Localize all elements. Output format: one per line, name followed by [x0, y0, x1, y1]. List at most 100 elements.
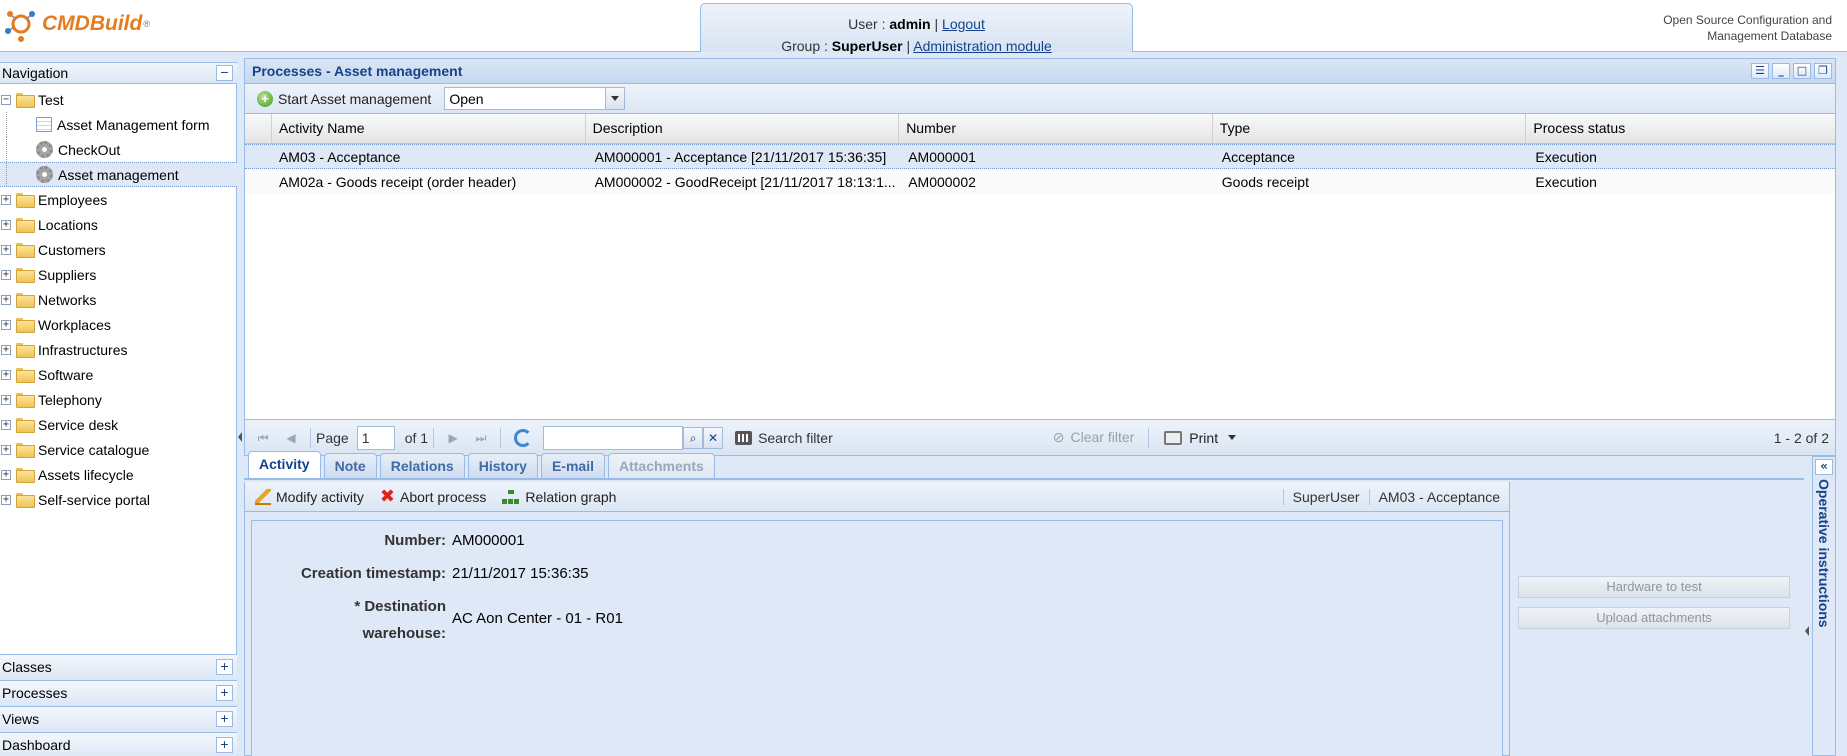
- expand-icon[interactable]: +: [1, 419, 11, 430]
- chevron-down-icon[interactable]: [605, 88, 625, 109]
- column-type[interactable]: Type: [1211, 114, 1526, 143]
- page-number-input[interactable]: 1: [356, 425, 395, 450]
- upload-attachments-button[interactable]: Upload attachments: [1518, 607, 1790, 629]
- collapse-navigation-button[interactable]: −: [216, 65, 233, 81]
- tree-node-checkout[interactable]: CheckOut: [0, 137, 237, 162]
- accordion-classes[interactable]: Classes +: [0, 654, 237, 680]
- collapse-left-icon[interactable]: [1805, 626, 1809, 636]
- expand-views-button[interactable]: +: [216, 711, 233, 727]
- expand-classes-button[interactable]: +: [216, 659, 233, 675]
- folder-icon: [16, 443, 35, 458]
- instructions-splitter[interactable]: [1804, 456, 1812, 756]
- tree-node-employees[interactable]: + Employees: [0, 187, 237, 212]
- tree-node-test[interactable]: − Test: [0, 87, 237, 112]
- tab-note[interactable]: Note: [323, 453, 377, 478]
- cell-description: AM000002 - GoodReceipt [21/11/2017 18:13…: [594, 173, 896, 190]
- logout-link[interactable]: Logout: [942, 16, 985, 32]
- clear-filter-button[interactable]: ⊘ Clear filter: [1053, 429, 1135, 446]
- refresh-icon[interactable]: [514, 428, 533, 447]
- tree-node-service-catalogue[interactable]: + Service catalogue: [0, 437, 237, 462]
- column-process-status[interactable]: Process status: [1525, 114, 1835, 143]
- field-number: Number: AM000001: [384, 532, 525, 549]
- tree-node-networks[interactable]: + Networks: [0, 287, 237, 312]
- print-button[interactable]: Print: [1160, 426, 1240, 450]
- column-activity-name[interactable]: Activity Name: [270, 114, 585, 143]
- navigation-tree: − Test Asset Management form CheckOut As…: [0, 87, 237, 512]
- expand-icon[interactable]: +: [1, 219, 11, 230]
- status-filter-select[interactable]: Open: [444, 87, 626, 110]
- tree-node-asset-management[interactable]: Asset management: [0, 162, 237, 187]
- double-chevron-left-icon[interactable]: «: [1815, 459, 1833, 475]
- tab-attachments[interactable]: Attachments: [607, 453, 715, 478]
- abort-process-button[interactable]: ✖ Abort process: [376, 485, 490, 509]
- expand-icon[interactable]: +: [1, 469, 11, 480]
- table-row[interactable]: AM02a - Goods receipt (order header) AM0…: [245, 169, 1835, 194]
- accordion-views[interactable]: Views +: [0, 706, 237, 732]
- expand-icon[interactable]: +: [1, 244, 11, 255]
- column-number[interactable]: Number: [898, 114, 1212, 143]
- tree-node-service-desk[interactable]: + Service desk: [0, 412, 237, 437]
- tree-node-self-service-portal[interactable]: + Self-service portal: [0, 487, 237, 512]
- table-row[interactable]: AM03 - Acceptance AM000001 - Acceptance …: [245, 144, 1835, 169]
- gear-icon: [36, 166, 53, 183]
- hardware-to-test-button[interactable]: Hardware to test: [1518, 576, 1790, 598]
- tree-node-assets-lifecycle[interactable]: + Assets lifecycle: [0, 462, 237, 487]
- operative-instructions-title: Operative instructions: [1816, 479, 1832, 628]
- expand-icon[interactable]: +: [1, 494, 11, 505]
- pencil-icon: [255, 488, 271, 505]
- search-filter-button[interactable]: Search filter: [758, 430, 833, 446]
- folder-icon: [16, 368, 35, 383]
- expand-icon[interactable]: +: [1, 294, 11, 305]
- modify-activity-button[interactable]: Modify activity: [251, 485, 368, 509]
- last-page-icon[interactable]: ⏭: [473, 430, 489, 446]
- tab-activity[interactable]: Activity: [248, 451, 321, 478]
- first-page-icon[interactable]: ⏮: [255, 430, 271, 446]
- search-icon[interactable]: ⌕: [683, 426, 704, 449]
- accordion-processes[interactable]: Processes +: [0, 680, 237, 706]
- tree-node-suppliers[interactable]: + Suppliers: [0, 262, 237, 287]
- start-process-button[interactable]: + Start Asset management: [253, 87, 435, 111]
- tab-relations[interactable]: Relations: [379, 453, 465, 478]
- tree-node-workplaces[interactable]: + Workplaces: [0, 312, 237, 337]
- tree-node-customers[interactable]: + Customers: [0, 237, 237, 262]
- expand-icon[interactable]: +: [1, 319, 11, 330]
- search-input[interactable]: [543, 425, 684, 450]
- clear-search-icon[interactable]: ✕: [703, 426, 724, 449]
- tab-history[interactable]: History: [467, 453, 538, 478]
- tree-node-locations[interactable]: + Locations: [0, 212, 237, 237]
- accordion-dashboard[interactable]: Dashboard +: [0, 732, 237, 756]
- expand-icon[interactable]: +: [1, 344, 11, 355]
- user-info-box: User : admin | Logout Group : SuperUser …: [700, 3, 1133, 54]
- column-description[interactable]: Description: [584, 114, 899, 143]
- collapse-left-icon[interactable]: [238, 432, 242, 442]
- grid-header: Activity Name Description Number Type Pr…: [245, 114, 1835, 144]
- tree-node-telephony[interactable]: + Telephony: [0, 387, 237, 412]
- maximize-icon[interactable]: □: [1793, 63, 1811, 79]
- administration-module-link[interactable]: Administration module: [913, 38, 1052, 54]
- expand-icon[interactable]: +: [1, 269, 11, 280]
- accordion-sections: Classes + Processes + Views + Dashboard …: [0, 654, 237, 756]
- abort-icon: ✖: [379, 486, 396, 507]
- previous-page-icon[interactable]: ◀: [283, 430, 299, 446]
- menu-icon[interactable]: ☰: [1751, 63, 1769, 79]
- minimize-icon[interactable]: _: [1772, 63, 1790, 79]
- tree-node-asset-management-form[interactable]: Asset Management form: [0, 112, 237, 137]
- operative-instructions-panel[interactable]: « Operative instructions: [1812, 456, 1836, 756]
- next-page-icon[interactable]: ▶: [445, 430, 461, 446]
- relation-graph-button[interactable]: Relation graph: [498, 485, 620, 509]
- expand-icon[interactable]: +: [1, 369, 11, 380]
- folder-icon: [16, 218, 35, 233]
- expand-icon[interactable]: +: [1, 444, 11, 455]
- cell-number: AM000002: [908, 173, 976, 190]
- collapse-icon[interactable]: −: [1, 94, 11, 105]
- expand-icon[interactable]: +: [1, 194, 11, 205]
- expand-processes-button[interactable]: +: [216, 685, 233, 701]
- tree-node-software[interactable]: + Software: [0, 362, 237, 387]
- navigation-splitter[interactable]: [237, 62, 244, 756]
- clear-filter-icon: ⊘: [1052, 429, 1065, 445]
- expand-icon[interactable]: +: [1, 394, 11, 405]
- expand-dashboard-button[interactable]: +: [216, 737, 233, 753]
- restore-icon[interactable]: ❐: [1814, 63, 1832, 79]
- tab-email[interactable]: E-mail: [540, 453, 605, 478]
- tree-node-infrastructures[interactable]: + Infrastructures: [0, 337, 237, 362]
